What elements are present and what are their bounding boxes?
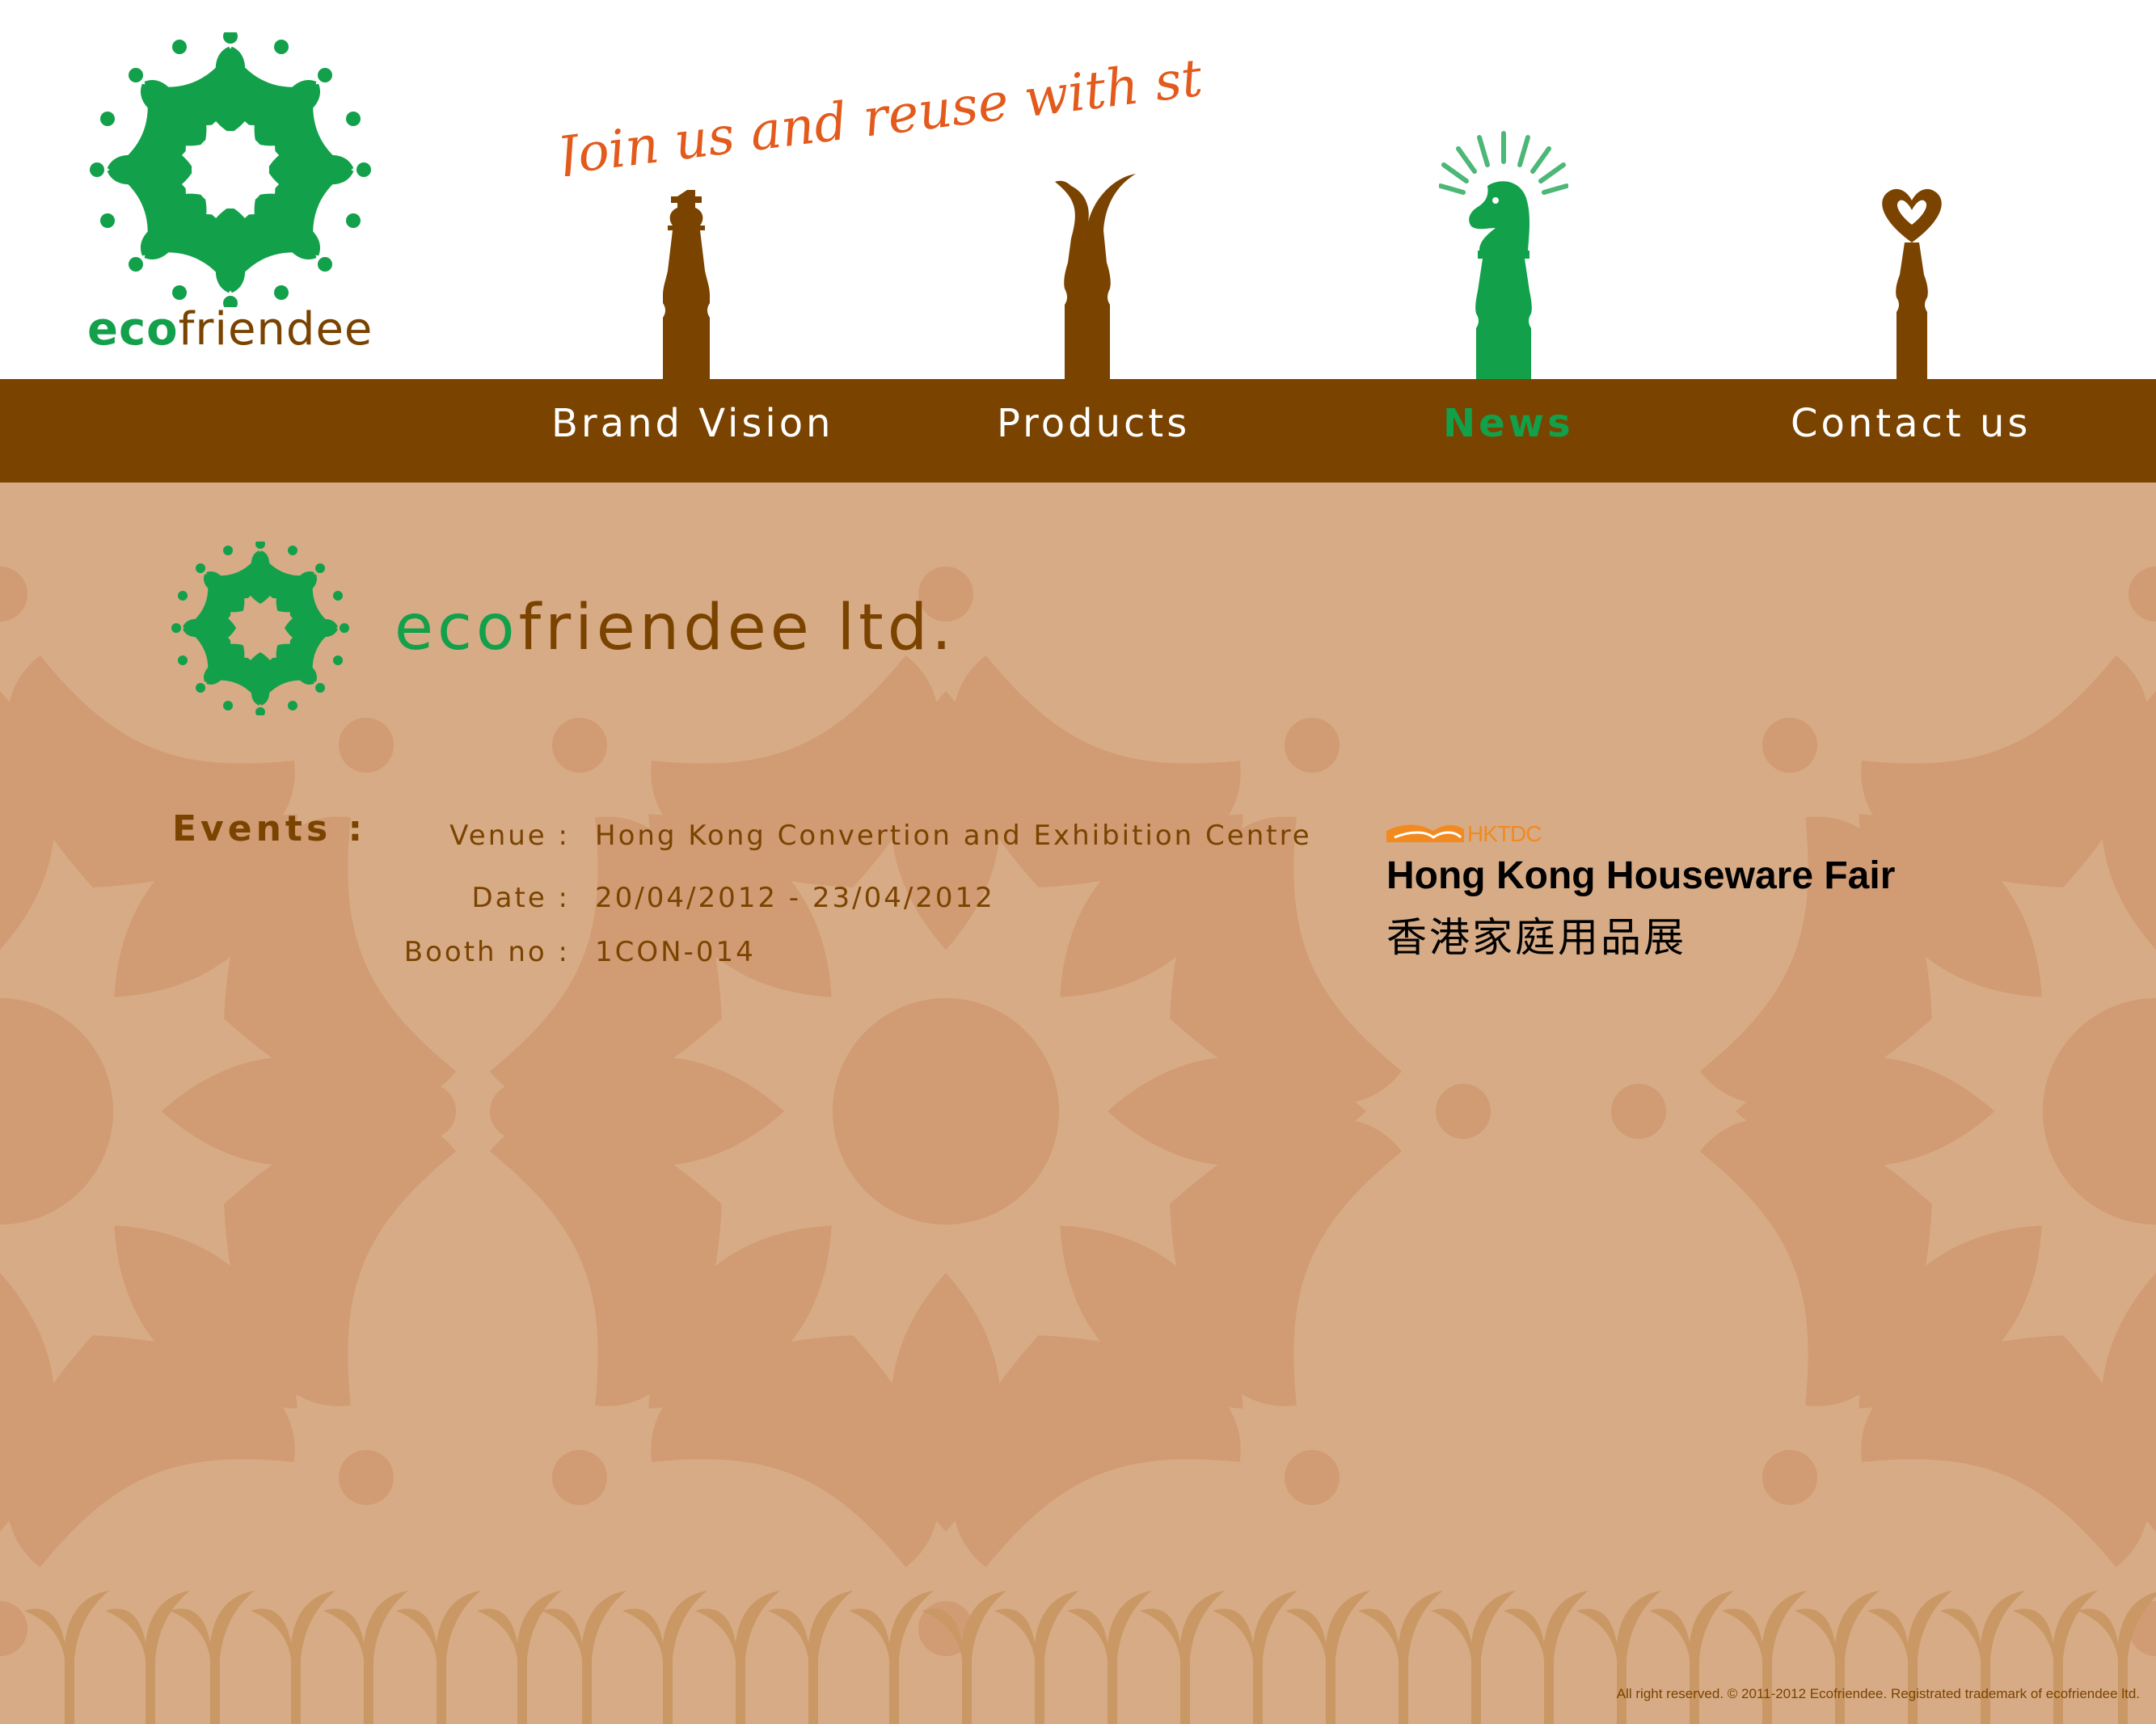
footer-copyright: All right reserved. © 2011-2012 Ecofrien… [1616,1686,2140,1701]
tagline-text: Join us and reuse with style! [545,39,1200,176]
date-label: Date : [471,882,570,914]
nav-news[interactable]: News [1443,404,1574,443]
venue-value: Hong Kong Convertion and Exhibition Cent… [595,820,1312,852]
tagline: Join us and reuse with style! [545,39,1200,176]
nav-brand-vision[interactable]: Brand Vision [551,404,833,443]
sprout-icon[interactable] [1055,170,1144,380]
company-logo-icon [171,542,349,715]
booth-value: 1CON-014 [595,936,756,968]
logo-suffix: friendee [178,303,373,356]
company-name: ecofriendee ltd. [394,596,956,660]
site-header: ecofriendee Join us and reuse with style… [0,0,2156,380]
chess-knight-icon[interactable] [1439,129,1568,380]
logo-wordmark[interactable]: ecofriendee [87,307,373,352]
fair-name-english: Hong Kong Houseware Fair [1386,854,1896,897]
venue-label: Venue : [449,820,570,852]
company-name-prefix: eco [394,592,519,664]
date-value: 20/04/2012 - 23/04/2012 [595,882,995,914]
fair-name-chinese: 香港家庭用品展 [1386,914,1686,961]
booth-label: Booth no : [403,936,570,968]
logo-prefix: eco [87,303,179,356]
company-name-suffix: friendee ltd. [518,592,956,664]
hktdc-logo-icon: HKTDC [1386,821,1542,844]
nav-products[interactable]: Products [997,404,1190,443]
heart-icon[interactable] [1875,186,1948,380]
chess-king-icon[interactable] [663,190,719,380]
hktdc-organizer-text: HKTDC [1467,821,1542,844]
ecofriendee-logo-icon[interactable] [85,32,376,307]
nav-contact-us[interactable]: Contact us [1791,404,2031,443]
